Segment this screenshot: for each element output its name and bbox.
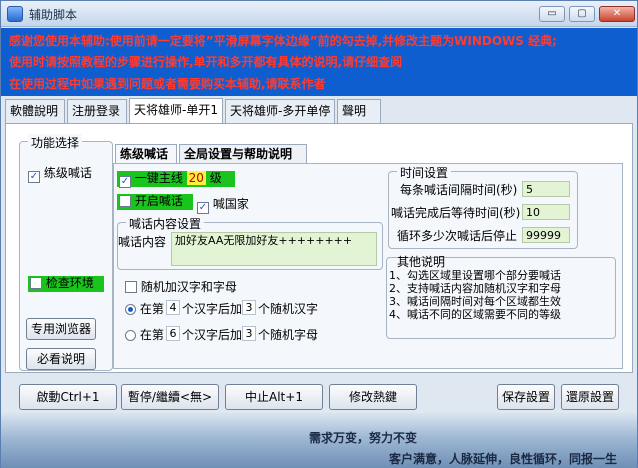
open-shout-checkbox[interactable]: 开启喊话 <box>117 194 193 210</box>
tab-register-login[interactable]: 注册登录 <box>67 99 127 123</box>
notice-line-2: 使用时请按照教程的步骤进行操作,单开和多开都有具体的说明,请仔细查阅 <box>9 55 403 69</box>
tab-software-info[interactable]: 軟體說明 <box>5 99 65 123</box>
app-icon <box>7 6 23 22</box>
radio-selected-icon <box>125 304 136 315</box>
footer-banner: 需求万变，努力不变 客户满意，人脉延伸，良性循环，同报一生 <box>1 413 637 468</box>
radio2-prefix: 在第 <box>139 328 164 342</box>
radio1-suffix: 个随机汉字 <box>258 302 319 316</box>
radio2-n1-input[interactable]: 6 <box>166 326 180 341</box>
subtab-global-settings[interactable]: 全局设置与帮助说明 <box>179 144 307 164</box>
check-env-label: 检查环境 <box>45 276 94 290</box>
notice-line-1: 感谢您使用本辅助:使用前请一定要将”平滑屏幕字体边缘”前的勾去掉,并修改主题为W… <box>9 34 557 48</box>
check-icon: ✓ <box>28 171 40 183</box>
stop-button[interactable]: 中止Alt+1 <box>225 384 323 410</box>
start-button[interactable]: 啟動Ctrl+1 <box>19 384 117 410</box>
footer-slogan-2: 客户满意，人脉延伸，良性循环，同报一生 <box>389 452 618 466</box>
tab-multi-open[interactable]: 天将雄师-多开单停 <box>225 99 335 123</box>
notice-line-3: 在使用过程中如果遇到问题或者需要购买本辅助,请联系作者 <box>9 77 326 91</box>
checkbox-icon <box>119 195 131 207</box>
shout-label: 练级喊话 <box>43 166 92 180</box>
main-line-unit: 级 <box>209 171 222 185</box>
radio-empty-icon <box>125 330 136 341</box>
pause-button[interactable]: 暫停/繼續<無> <box>121 384 219 410</box>
restore-icon: ▢ <box>577 8 587 19</box>
radio2-suffix: 个随机字母 <box>258 328 319 342</box>
subtab-shout[interactable]: 练级喊话 <box>115 144 177 164</box>
tab-single-open[interactable]: 天将雄师-单开1 <box>129 98 223 123</box>
interval-label: 每条喊话间隔时间(秒) <box>400 183 518 197</box>
window-title: 辅助脚本 <box>29 8 78 22</box>
random-checkbox[interactable]: 随机加汉字和字母 <box>125 278 237 295</box>
restore-settings-button[interactable]: 還原設置 <box>561 384 619 410</box>
checkbox-icon <box>30 277 42 289</box>
content-group-title: 喊话内容设置 <box>126 215 205 232</box>
minimize-button[interactable]: ▭ <box>539 6 565 22</box>
modify-hotkey-button[interactable]: 修改熱鍵 <box>329 384 417 410</box>
radio2-mid: 个汉字后加 <box>182 328 243 342</box>
main-line-row[interactable]: ✓ 一键主线 20 级 <box>117 171 235 188</box>
country-shout-label: 喊国家 <box>212 197 249 211</box>
close-icon: ✕ <box>612 8 622 19</box>
radio1-n1-input[interactable]: 4 <box>166 300 180 315</box>
check-icon: ✓ <box>119 176 131 188</box>
tab-statement[interactable]: 聲明 <box>337 99 381 123</box>
radio1-mid: 个汉字后加 <box>182 302 243 316</box>
interval-input[interactable]: 5 <box>522 181 570 197</box>
radio-hanzi[interactable]: 在第 <box>125 300 164 317</box>
browser-button[interactable]: 专用浏览器 <box>26 318 96 340</box>
random-label: 随机加汉字和字母 <box>140 280 237 294</box>
feature-group-title: 功能选择 <box>28 134 83 151</box>
shout-checkbox[interactable]: ✓ 练级喊话 <box>28 164 92 183</box>
loop-input[interactable]: 99999 <box>522 227 570 243</box>
checkbox-icon <box>125 281 137 293</box>
country-shout-checkbox[interactable]: ✓ 喊国家 <box>197 195 249 214</box>
readme-button[interactable]: 必看说明 <box>26 348 96 370</box>
minimize-icon: ▭ <box>547 8 557 19</box>
title-bar[interactable]: 辅助脚本 ▭ ▢ ✕ <box>1 1 637 27</box>
loop-label: 循环多少次喊话后停止 <box>397 229 518 243</box>
radio1-prefix: 在第 <box>139 302 164 316</box>
radio-letter[interactable]: 在第 <box>125 326 164 343</box>
close-button[interactable]: ✕ <box>599 6 635 22</box>
content-label: 喊话内容 <box>118 235 167 249</box>
notice-banner: 感谢您使用本辅助:使用前请一定要将”平滑屏幕字体边缘”前的勾去掉,并修改主题为W… <box>1 28 637 96</box>
save-settings-button[interactable]: 保存設置 <box>497 384 555 410</box>
open-shout-label: 开启喊话 <box>134 194 183 208</box>
time-group-title: 时间设置 <box>397 164 452 181</box>
main-line-level[interactable]: 20 <box>186 171 206 185</box>
footer-slogan-1: 需求万变，努力不变 <box>309 431 418 445</box>
wait-input[interactable]: 10 <box>522 204 570 220</box>
check-icon: ✓ <box>197 202 209 214</box>
feature-group: 功能选择 ✓ 练级喊话 检查环境 专用浏览器 必看说明 <box>19 134 113 371</box>
radio1-n2-input[interactable]: 3 <box>242 300 256 315</box>
app-window: 辅助脚本 ▭ ▢ ✕ 感谢您使用本辅助:使用前请一定要将”平滑屏幕字体边缘”前的… <box>0 0 638 468</box>
check-env-checkbox[interactable]: 检查环境 <box>28 276 104 292</box>
main-line-label: 一键主线 <box>134 171 183 185</box>
content-input[interactable]: 加好友AA无限加好友++++++++ <box>171 232 377 266</box>
restore-button[interactable]: ▢ <box>569 6 595 22</box>
note-line-4: 4、喊话不同的区域需要不同的等级 <box>389 308 561 321</box>
radio2-n2-input[interactable]: 3 <box>242 326 256 341</box>
wait-label: 喊话完成后等待时间(秒) <box>391 206 521 220</box>
